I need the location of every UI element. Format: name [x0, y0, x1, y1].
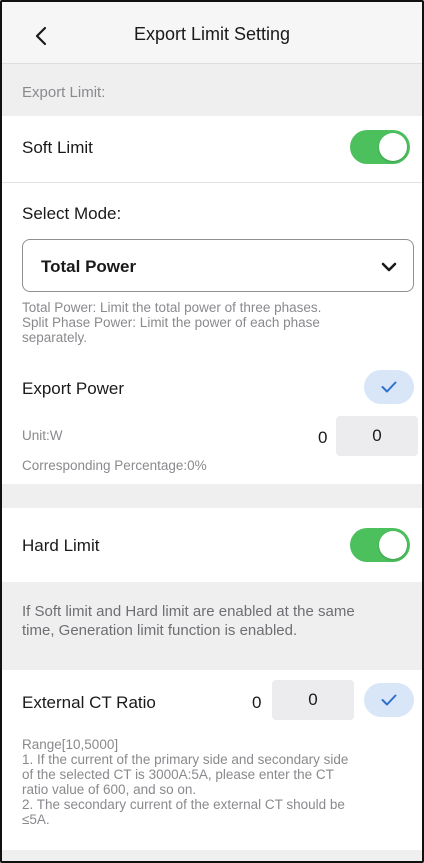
external-ct-input[interactable]: 0 [272, 680, 354, 720]
external-ct-label: External CT Ratio [22, 693, 156, 712]
ct-note-1c: ratio value of 600, and so on. [22, 782, 197, 797]
export-limit-section-label: Export Limit: [22, 84, 106, 101]
export-power-label: Export Power [22, 379, 125, 398]
soft-limit-toggle[interactable] [350, 130, 410, 164]
external-ct-confirm-button[interactable] [364, 683, 414, 717]
select-mode-label: Select Mode: [22, 204, 122, 223]
hard-limit-label: Hard Limit [22, 536, 100, 555]
page-title: Export Limit Setting [133, 24, 291, 44]
export-power-confirm-button[interactable] [364, 370, 414, 404]
limit-info-line-1: If Soft limit and Hard limit are enabled… [22, 603, 355, 620]
ct-note-2b: ≤5A. [22, 812, 50, 827]
ct-note-1a: 1. If the current of the primary side an… [22, 752, 349, 767]
percentage-label: Corresponding Percentage:0% [22, 458, 207, 473]
hard-limit-card: Hard Limit [2, 508, 422, 582]
divider [2, 182, 422, 183]
hard-limit-toggle[interactable] [350, 528, 410, 562]
mode-description-line-3: separately. [22, 330, 88, 345]
ct-note-1b: of the selected CT is 3000A:5A, please e… [22, 767, 334, 782]
mode-select-value: Total Power [41, 257, 137, 276]
checkmark-icon [381, 381, 397, 393]
unit-label: Unit:W [22, 428, 63, 443]
mode-description-line-2: Split Phase Power: Limit the power of ea… [22, 315, 320, 330]
limit-info-line-2: time, Generation limit function is enabl… [22, 622, 298, 639]
soft-limit-label: Soft Limit [22, 138, 93, 157]
external-ct-card: External CT Ratio 0 0 Range[10,5000] 1. … [2, 670, 422, 850]
checkmark-icon [381, 694, 397, 706]
ct-range: Range[10,5000] [22, 737, 119, 752]
nav-header: Export Limit Setting [2, 2, 422, 64]
export-power-input[interactable]: 0 [336, 416, 418, 456]
external-ct-current-value: 0 [252, 693, 262, 712]
toggle-knob [379, 531, 407, 559]
chevron-down-icon [381, 260, 397, 272]
toggle-knob [379, 133, 407, 161]
mode-description-line-1: Total Power: Limit the total power of th… [22, 300, 322, 315]
mode-select[interactable]: Total Power [22, 239, 414, 292]
export-power-current-value: 0 [318, 428, 328, 447]
ct-note-2a: 2. The secondary current of the external… [22, 797, 345, 812]
screen: Export Limit Setting Export Limit: Soft … [0, 0, 424, 863]
